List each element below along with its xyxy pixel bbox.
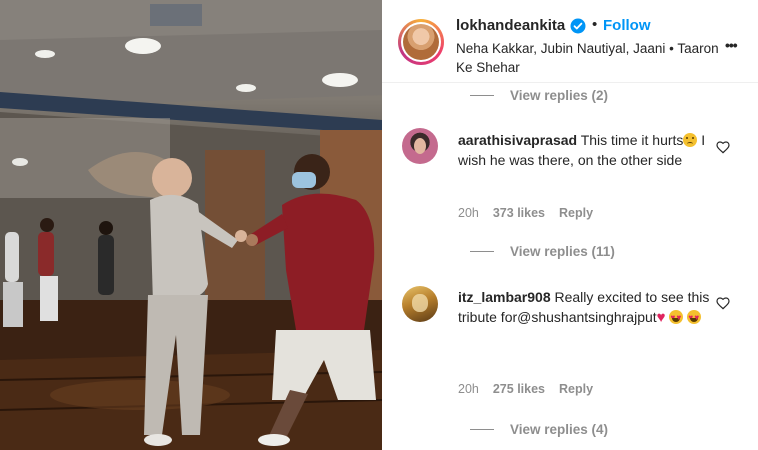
comment-meta: 20h 275 likes Reply <box>458 382 593 396</box>
comment-text-part1: This time it hurts <box>580 132 684 148</box>
poster-username[interactable]: lokhandeankita <box>456 17 565 34</box>
view-replies-button[interactable]: View replies (2) <box>470 86 608 104</box>
comment-time[interactable]: 20h <box>458 206 479 220</box>
reply-button[interactable]: Reply <box>559 206 593 220</box>
commenter-avatar[interactable] <box>402 128 438 164</box>
verified-badge-icon <box>570 18 586 34</box>
heart-eyes-emoji <box>687 308 702 327</box>
comment-body: itz_lambar908 Really excited to see this… <box>458 288 710 327</box>
like-comment-heart-icon[interactable] <box>715 139 731 155</box>
comment-likes[interactable]: 373 likes <box>493 206 545 220</box>
separator-dot: • <box>592 16 598 33</box>
commenter-username[interactable]: aarathisivaprasad <box>458 132 577 148</box>
view-replies-button[interactable]: View replies (4) <box>470 420 608 438</box>
reply-line <box>470 94 494 96</box>
comment-time[interactable]: 20h <box>458 382 479 396</box>
audio-track-label[interactable]: Neha Kakkar, Jubin Nautiyal, Jaani • Taa… <box>456 39 728 77</box>
red-heart-emoji: ♥ <box>656 308 666 326</box>
reply-button[interactable]: Reply <box>559 382 593 396</box>
view-replies-button[interactable]: View replies (11) <box>470 242 615 260</box>
view-replies-label: View replies (2) <box>510 87 609 103</box>
view-replies-label: View replies (11) <box>510 243 615 259</box>
header-divider <box>382 82 758 83</box>
view-replies-label: View replies (4) <box>510 421 609 437</box>
reply-line <box>470 428 494 430</box>
post-detail-panel: lokhandeankita • Follow Neha Kakkar, Jub… <box>382 0 758 450</box>
reply-line <box>470 250 494 252</box>
follow-button[interactable]: Follow <box>603 17 651 34</box>
comment-likes[interactable]: 275 likes <box>493 382 545 396</box>
like-comment-heart-icon[interactable] <box>715 295 731 311</box>
commenter-avatar[interactable] <box>402 286 438 322</box>
more-options-icon[interactable]: ••• <box>725 37 738 53</box>
heart-eyes-emoji <box>669 308 684 327</box>
commenter-username[interactable]: itz_lambar908 <box>458 289 551 305</box>
comment-body: aarathisivaprasad This time it hurts I w… <box>458 131 710 170</box>
comment-meta: 20h 373 likes Reply <box>458 206 593 220</box>
post-video[interactable] <box>0 0 382 450</box>
poster-avatar[interactable] <box>398 19 444 65</box>
sad-face-emoji <box>683 133 698 147</box>
video-frame-illustration <box>0 0 382 450</box>
